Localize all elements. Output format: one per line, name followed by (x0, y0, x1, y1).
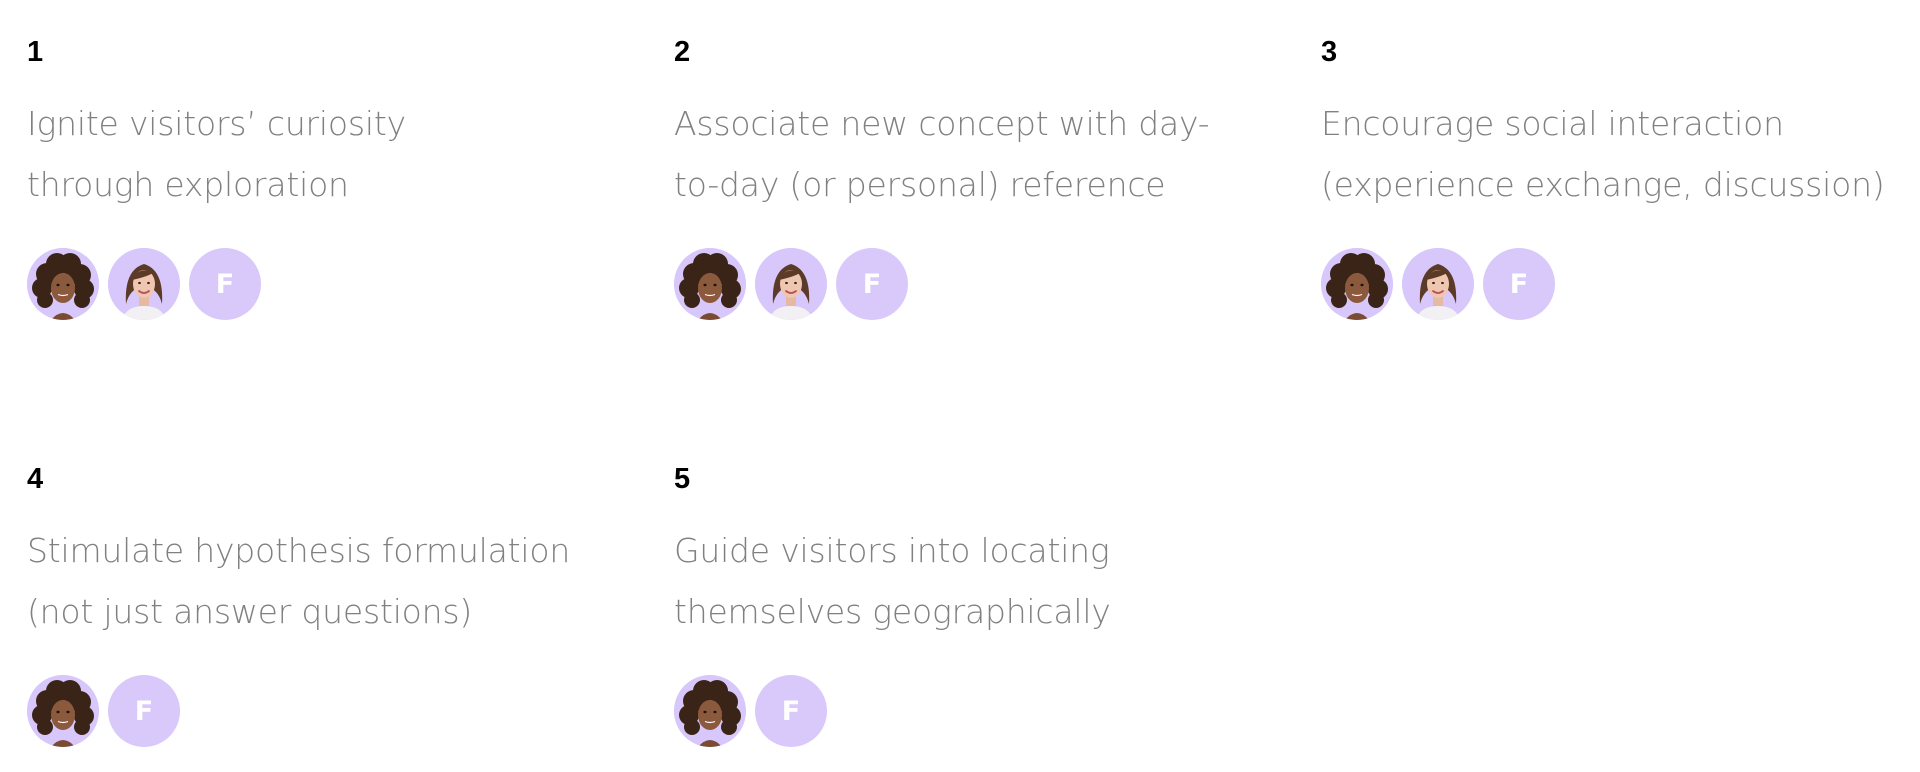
participant-avatars: F (27, 675, 180, 747)
avatar-initial[interactable]: F (755, 675, 827, 747)
goal-title: Associate new concept with day- to-day (… (674, 93, 1274, 215)
avatar-brown-hair-woman[interactable] (108, 248, 180, 320)
avatar-curly-hair-woman[interactable] (27, 248, 99, 320)
woman-curly-hair-portrait (27, 248, 99, 320)
participant-avatars: F (1321, 248, 1555, 320)
woman-curly-hair-portrait (1321, 248, 1393, 320)
goal-title-line: Associate new concept with day- (674, 104, 1210, 143)
avatar-initial[interactable]: F (189, 248, 261, 320)
goal-title-line: (experience exchange, discussion) (1321, 165, 1885, 204)
avatar-initial[interactable]: F (1483, 248, 1555, 320)
goal-title-line: Stimulate hypothesis formulation (27, 531, 571, 570)
participant-avatars: F (674, 675, 827, 747)
goal-title-line: Ignite visitors’ curiosity (27, 104, 406, 143)
participant-avatars: F (27, 248, 261, 320)
goal-title: Ignite visitors’ curiosity through explo… (27, 93, 627, 215)
goal-number: 4 (27, 463, 44, 495)
avatar-brown-hair-woman[interactable] (755, 248, 827, 320)
goal-card-3: 3 Encourage social interaction (experien… (1321, 36, 1920, 463)
goal-title-line: (not just answer questions) (27, 592, 473, 631)
avatar-brown-hair-woman[interactable] (1402, 248, 1474, 320)
participant-avatars: F (674, 248, 908, 320)
goal-title: Encourage social interaction (experience… (1321, 93, 1920, 215)
goal-number: 5 (674, 463, 691, 495)
woman-curly-hair-portrait (674, 248, 746, 320)
avatar-curly-hair-woman[interactable] (1321, 248, 1393, 320)
goal-number: 3 (1321, 36, 1338, 68)
woman-brown-hair-portrait (1402, 248, 1474, 320)
goals-grid: 1 Ignite visitors’ curiosity through exp… (27, 36, 1920, 763)
goal-title-line: Encourage social interaction (1321, 104, 1784, 143)
avatar-curly-hair-woman[interactable] (27, 675, 99, 747)
avatar-initial[interactable]: F (836, 248, 908, 320)
goal-number: 2 (674, 36, 691, 68)
goal-title-line: Guide visitors into locating (674, 531, 1110, 570)
avatar-initial[interactable]: F (108, 675, 180, 747)
goal-title: Guide visitors into locating themselves … (674, 520, 1274, 642)
goal-card-4: 4 Stimulate hypothesis formulation (not … (27, 463, 674, 763)
avatar-curly-hair-woman[interactable] (674, 248, 746, 320)
woman-curly-hair-portrait (27, 675, 99, 747)
goal-card-2: 2 Associate new concept with day- to-day… (674, 36, 1321, 463)
goal-title-line: through exploration (27, 165, 349, 204)
woman-brown-hair-portrait (755, 248, 827, 320)
avatar-curly-hair-woman[interactable] (674, 675, 746, 747)
goal-title-line: themselves geographically (674, 592, 1111, 631)
woman-curly-hair-portrait (674, 675, 746, 747)
goal-card-1: 1 Ignite visitors’ curiosity through exp… (27, 36, 674, 463)
goal-title-line: to-day (or personal) reference (674, 165, 1166, 204)
goal-card-5: 5 Guide visitors into locating themselve… (674, 463, 1321, 763)
goal-title: Stimulate hypothesis formulation (not ju… (27, 520, 627, 642)
woman-brown-hair-portrait (108, 248, 180, 320)
goal-number: 1 (27, 36, 44, 68)
